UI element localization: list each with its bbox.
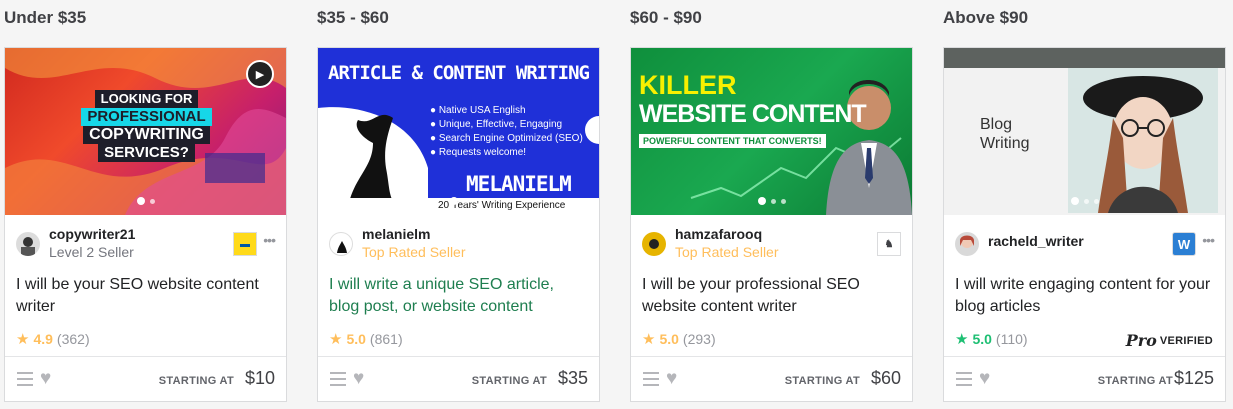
starting-label: STARTING AT: [471, 375, 547, 387]
menu-icon[interactable]: [330, 372, 346, 386]
rating-value: 4.9: [33, 331, 53, 347]
rating: ★ 4.9 (362): [16, 330, 90, 348]
column-title: Under $35: [4, 8, 87, 27]
star-icon: ★: [16, 331, 30, 348]
gig-thumbnail[interactable]: KILLER WEBSITE CONTENT POWERFUL CONTENT …: [631, 48, 912, 215]
pro-verified-label: VERIFIED: [1159, 334, 1213, 347]
more-icon[interactable]: •••: [1202, 232, 1215, 248]
thumb-line: LOOKING FOR: [94, 90, 199, 108]
thumb-line: PROFESSIONAL: [81, 108, 212, 126]
thumb-line: SERVICES?: [98, 144, 195, 162]
heart-icon[interactable]: ♥: [666, 368, 677, 390]
seller-name[interactable]: racheld_writer: [988, 233, 1084, 249]
gig-thumbnail[interactable]: LOOKING FOR PROFESSIONAL COPYWRITING SER…: [5, 48, 286, 215]
seller-name[interactable]: melanielm: [362, 226, 430, 242]
menu-icon[interactable]: [956, 372, 972, 386]
more-icon[interactable]: •••: [263, 232, 276, 248]
rating-count: (362): [56, 331, 90, 347]
seller-info: melanielm Top Rated Seller: [329, 226, 588, 262]
thumb-headline: Writing: [980, 135, 1030, 152]
gig-title[interactable]: I will write engaging content for your b…: [955, 274, 1214, 318]
pro-verified-badge: Pro VERIFIED: [1126, 331, 1213, 350]
gig-title[interactable]: I will write a unique SEO article, blog …: [329, 274, 588, 318]
avatar[interactable]: [955, 232, 979, 256]
gig-card[interactable]: ARTICLE & CONTENT WRITING ● Native USA E…: [317, 47, 600, 402]
thumb-sub: POWERFUL CONTENT THAT CONVERTS!: [639, 134, 826, 148]
menu-icon[interactable]: [643, 372, 659, 386]
play-icon[interactable]: ▶: [246, 60, 274, 88]
seller-name[interactable]: hamzafarooq: [675, 226, 762, 242]
thumb-headline: Blog: [980, 116, 1013, 133]
w-badge-icon: W: [1172, 232, 1196, 256]
chess-badge-icon: ♞: [877, 232, 901, 256]
rating-count: (293): [682, 331, 716, 347]
seller-level: Level 2 Seller: [49, 244, 134, 260]
rating-count: (861): [369, 331, 403, 347]
star-icon: ★: [955, 331, 969, 348]
star-icon: ★: [329, 331, 343, 348]
price: $125: [1173, 368, 1214, 388]
thumb-headline: WEBSITE CONTENT: [639, 100, 867, 128]
thumb-bullet: ● Search Engine Optimized (SEO): [430, 133, 583, 144]
rating-value: 5.0: [972, 331, 992, 347]
heart-icon[interactable]: ♥: [979, 368, 990, 390]
seller-info: copywriter21 Level 2 Seller ▬ •••: [16, 226, 276, 262]
column-title: $35 - $60: [317, 8, 389, 27]
seller-badge-icon: ▬: [233, 232, 257, 256]
thumb-line: COPYWRITING: [83, 126, 210, 144]
carousel-dots[interactable]: [449, 197, 468, 205]
column-title: Above $90: [943, 8, 1029, 27]
gig-card[interactable]: LOOKING FOR PROFESSIONAL COPYWRITING SER…: [4, 47, 287, 402]
gig-thumbnail[interactable]: ARTICLE & CONTENT WRITING ● Native USA E…: [318, 48, 599, 215]
rating-value: 5.0: [346, 331, 366, 347]
thumb-name: MELANIELM: [466, 172, 572, 196]
card-footer: ♥ STARTING AT $125: [944, 356, 1225, 402]
thumb-headline: KILLER: [639, 70, 737, 100]
carousel-dots[interactable]: [136, 197, 155, 205]
heart-icon[interactable]: ♥: [40, 368, 51, 390]
gig-card[interactable]: Blog Writing racheld_writer W ••• I will…: [943, 47, 1226, 402]
gig-thumbnail[interactable]: Blog Writing: [944, 48, 1225, 215]
rating: ★ 5.0 (861): [329, 330, 403, 348]
carousel-dots[interactable]: [757, 197, 786, 205]
price: $10: [244, 368, 275, 388]
seller-level: Top Rated Seller: [362, 244, 466, 260]
price: $60: [870, 368, 901, 388]
gig-title[interactable]: I will be your professional SEO website …: [642, 274, 901, 318]
seller-info: racheld_writer W •••: [955, 226, 1215, 262]
starting-label: STARTING AT: [784, 375, 860, 387]
carousel-dots[interactable]: [1070, 197, 1099, 205]
thumb-bullet: ● Native USA English: [430, 105, 526, 116]
thumbnail-photo: [1068, 68, 1218, 213]
avatar[interactable]: [329, 232, 353, 256]
heart-icon[interactable]: ♥: [353, 368, 364, 390]
avatar[interactable]: [16, 232, 40, 256]
card-footer: ♥ STARTING AT $35: [318, 356, 599, 402]
gig-title[interactable]: I will be your SEO website content write…: [16, 274, 275, 318]
price: $35: [557, 368, 588, 388]
starting-label: STARTING AT: [158, 375, 234, 387]
starting-label: STARTING AT: [1097, 375, 1173, 387]
pro-logo: Pro: [1125, 331, 1157, 350]
rating-value: 5.0: [659, 331, 679, 347]
thumb-headline: ARTICLE & CONTENT WRITING: [328, 62, 590, 84]
avatar[interactable]: [642, 232, 666, 256]
gig-card[interactable]: KILLER WEBSITE CONTENT POWERFUL CONTENT …: [630, 47, 913, 402]
rating: ★ 5.0 (293): [642, 330, 716, 348]
column-title: $60 - $90: [630, 8, 702, 27]
rating: ★ 5.0 (110): [955, 330, 1028, 348]
seller-info: hamzafarooq Top Rated Seller ♞: [642, 226, 901, 262]
seller-level: Top Rated Seller: [675, 244, 779, 260]
menu-icon[interactable]: [17, 372, 33, 386]
thumb-bullet: ● Requests welcome!: [430, 147, 527, 158]
rating-count: (110): [995, 331, 1028, 347]
seller-name[interactable]: copywriter21: [49, 226, 135, 242]
card-footer: ♥ STARTING AT $60: [631, 356, 912, 402]
star-icon: ★: [642, 331, 656, 348]
thumb-bullet: ● Unique, Effective, Engaging: [430, 119, 563, 130]
card-footer: ♥ STARTING AT $10: [5, 356, 286, 402]
